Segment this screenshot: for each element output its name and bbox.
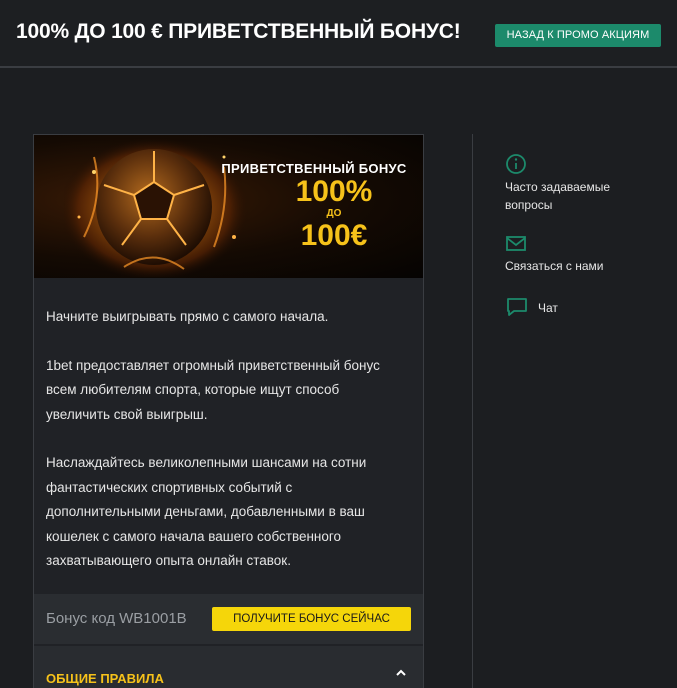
promo-card: ПРИВЕТСТВЕННЫЙ БОНУС 100% ДО 100€ Начнит… bbox=[33, 134, 424, 688]
get-bonus-button[interactable]: ПОЛУЧИТЕ БОНУС СЕЙЧАС bbox=[212, 607, 411, 631]
banner-percent: 100% bbox=[295, 175, 373, 208]
promo-description: Начните выигрывать прямо с самого начала… bbox=[46, 305, 406, 598]
banner-headline: ПРИВЕТСТВЕННЫЙ БОНУС bbox=[221, 161, 407, 176]
general-rules-accordion[interactable]: ОБЩИЕ ПРАВИЛА bbox=[34, 646, 423, 688]
description-paragraph-1: Начните выигрывать прямо с самого начала… bbox=[46, 309, 329, 324]
description-paragraph-2: 1bet предоставляет огромный приветственн… bbox=[46, 357, 380, 422]
sidebar-faq-label: Часто задаваемые вопросы bbox=[505, 180, 611, 212]
info-icon bbox=[506, 154, 526, 174]
bonus-code-row: Бонус код WB1001B ПОЛУЧИТЕ БОНУС СЕЙЧАС bbox=[34, 594, 423, 644]
chat-icon bbox=[507, 298, 527, 316]
promo-banner: ПРИВЕТСТВЕННЫЙ БОНУС 100% ДО 100€ bbox=[34, 135, 423, 278]
chevron-up-icon[interactable] bbox=[394, 666, 408, 680]
bonus-code-label: Бонус код WB1001B bbox=[46, 610, 187, 627]
page-header: 100% ДО 100 € ПРИВЕТСТВЕННЫЙ БОНУС! НАЗА… bbox=[0, 0, 677, 68]
general-rules-title: ОБЩИЕ ПРАВИЛА bbox=[46, 671, 164, 686]
mail-icon bbox=[506, 236, 526, 251]
sidebar-item-faq[interactable]: Часто задаваемые вопросы bbox=[505, 153, 655, 214]
description-paragraph-3: Наслаждайтесь великолепными шансами на с… bbox=[46, 455, 367, 568]
sidebar-divider bbox=[472, 134, 473, 688]
page-title: 100% ДО 100 € ПРИВЕТСТВЕННЫЙ БОНУС! bbox=[16, 20, 461, 43]
sidebar-contact-label: Связаться с нами bbox=[505, 259, 604, 273]
banner-text: ПРИВЕТСТВЕННЫЙ БОНУС 100% ДО 100€ bbox=[214, 161, 414, 252]
sidebar-item-contact[interactable]: Связаться с нами bbox=[505, 235, 655, 275]
banner-amount: 100€ bbox=[300, 219, 368, 252]
sidebar-chat-label: Чат bbox=[538, 301, 558, 315]
back-to-promotions-button[interactable]: НАЗАД К ПРОМО АКЦИЯМ bbox=[495, 24, 661, 47]
sidebar-item-chat[interactable]: Чат bbox=[505, 296, 655, 320]
